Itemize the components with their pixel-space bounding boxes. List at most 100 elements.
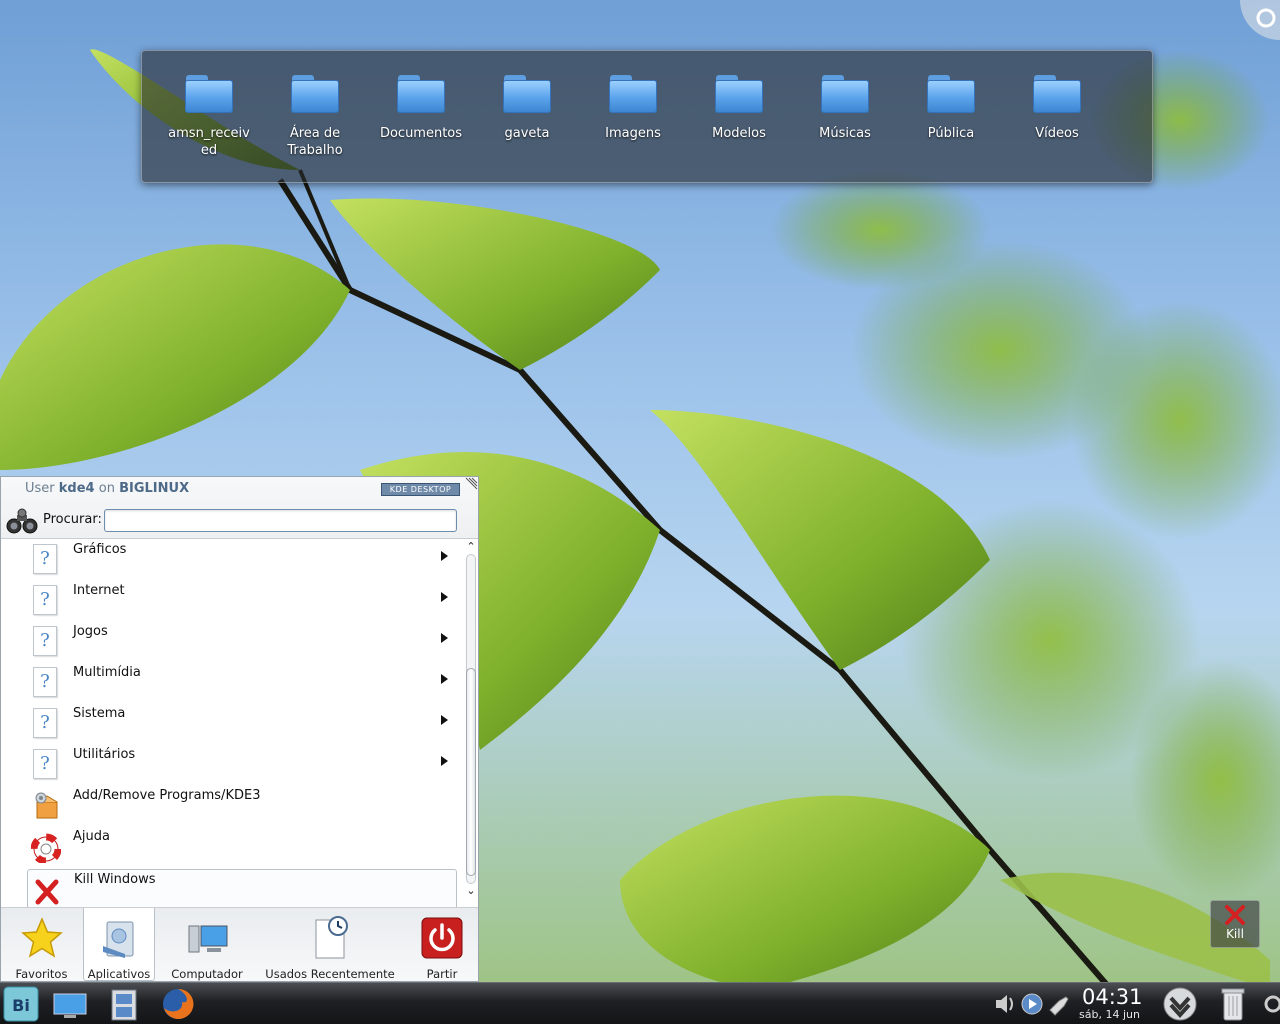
search-label: Procurar: [43, 512, 102, 527]
menu-item-label: Utilitários [73, 747, 136, 762]
binoculars-icon [6, 508, 38, 534]
menu-tab-bar: Favoritos Aplicativos Computador Usados … [1, 907, 478, 981]
folder-label: Vídeos [1035, 126, 1079, 141]
network-button[interactable] [1047, 986, 1071, 1022]
media-player-button[interactable] [1020, 986, 1044, 1022]
scroll-down-icon[interactable]: ⌄ [464, 884, 478, 898]
firefox-button[interactable] [160, 986, 196, 1022]
tab-computador[interactable]: Computador [161, 908, 253, 981]
kde-desktop-badge: KDE DESKTOP [381, 483, 460, 496]
application-launcher-button[interactable]: Bi [3, 986, 39, 1022]
menu-item-jogos[interactable]: ? Jogos [27, 622, 457, 663]
unknown-document-icon: ? [33, 544, 57, 574]
network-plug-icon [1049, 996, 1069, 1016]
file-manager-button[interactable] [106, 986, 142, 1022]
tab-label: Usados Recentemente [265, 967, 395, 981]
clock-time[interactable]: 04:31 [1082, 985, 1143, 1009]
menu-item-label: Internet [73, 583, 125, 598]
user-name: kde4 [58, 481, 95, 496]
taskbar: Bi 04:31 sáb, 14 jun [0, 982, 1280, 1024]
menu-header: User kde4 on BIGLINUX KDE DESKTOP Procur… [1, 477, 478, 539]
host-name: BIGLINUX [119, 481, 190, 496]
panel-toolbox-button[interactable] [1258, 986, 1280, 1022]
trash-button[interactable] [1218, 986, 1248, 1022]
device-notifier-button[interactable] [1162, 986, 1198, 1022]
user-info: User kde4 on BIGLINUX [25, 481, 189, 496]
folder-label: Pública [927, 126, 975, 141]
folder-imagens[interactable]: Imagens [585, 75, 681, 142]
kill-label: Kill [1226, 927, 1244, 941]
folder-gaveta[interactable]: gaveta [479, 75, 575, 142]
star-icon [20, 917, 63, 958]
folder-icon [609, 75, 657, 113]
scroll-thumb[interactable] [466, 668, 476, 876]
plasma-toolbox-icon [1264, 995, 1280, 1013]
unknown-document-icon: ? [33, 626, 57, 656]
unknown-document-icon: ? [33, 667, 57, 697]
folder-icon [185, 75, 233, 113]
trash-icon [1221, 988, 1245, 1021]
folder-label: gaveta [504, 126, 550, 141]
menu-item-add-remove-programs[interactable]: Add/Remove Programs/KDE3 [27, 786, 457, 827]
menu-item-utilitarios[interactable]: ? Utilitários [27, 745, 457, 786]
plasma-toolbox-icon[interactable] [1232, 0, 1280, 40]
tab-favoritos[interactable]: Favoritos [1, 908, 82, 981]
folder-publica[interactable]: Pública [903, 75, 999, 142]
menu-item-graficos[interactable]: ? Gráficos [27, 540, 457, 581]
menu-item-internet[interactable]: ? Internet [27, 581, 457, 622]
lifebuoy-help-icon [31, 833, 61, 863]
unknown-document-icon: ? [33, 708, 57, 738]
unknown-document-icon: ? [33, 585, 57, 615]
menu-item-label: Kill Windows [74, 872, 156, 887]
menu-item-label: Ajuda [73, 829, 110, 844]
submenu-arrow-icon [441, 551, 448, 561]
menu-item-multimidia[interactable]: ? Multimídia [27, 663, 457, 704]
submenu-arrow-icon [441, 715, 448, 725]
folder-documentos[interactable]: Documentos [373, 75, 469, 142]
menu-item-sistema[interactable]: ? Sistema [27, 704, 457, 745]
kickoff-menu: User kde4 on BIGLINUX KDE DESKTOP Procur… [0, 476, 479, 982]
folder-modelos[interactable]: Modelos [691, 75, 787, 142]
folder-icon [1033, 75, 1081, 113]
tab-label: Favoritos [15, 967, 68, 981]
folder-view-widget: amsn_received Área de Trabalho Documento… [141, 50, 1153, 183]
folder-icon [291, 75, 339, 113]
tab-label: Partir [426, 967, 458, 981]
volume-button[interactable] [993, 986, 1017, 1022]
menu-item-label: Add/Remove Programs/KDE3 [73, 788, 261, 803]
desktop-icon [53, 993, 87, 1018]
menu-item-kill-windows[interactable]: Kill Windows [27, 869, 457, 907]
folder-musicas[interactable]: Músicas [797, 75, 893, 142]
file-cabinet-icon [111, 989, 137, 1021]
folder-videos[interactable]: Vídeos [1009, 75, 1105, 142]
folder-area-de-trabalho[interactable]: Área de Trabalho [267, 75, 363, 159]
red-x-icon [1225, 905, 1245, 925]
menu-scrollbar[interactable]: ⌃ ⌄ [464, 540, 478, 907]
folder-amsn-received[interactable]: amsn_received [161, 75, 257, 159]
submenu-arrow-icon [441, 633, 448, 643]
folder-label: Músicas [819, 126, 871, 141]
user-prefix: User [25, 481, 55, 496]
resize-grip-icon[interactable] [464, 477, 478, 491]
tab-usados-recentemente[interactable]: Usados Recentemente [263, 908, 397, 981]
submenu-arrow-icon [441, 756, 448, 766]
user-on: on [98, 481, 115, 496]
unknown-document-icon: ? [33, 749, 57, 779]
tab-partir[interactable]: Partir [409, 908, 475, 981]
folder-label: Modelos [712, 126, 766, 141]
biglinux-logo-icon: Bi [3, 986, 39, 1022]
show-desktop-button[interactable] [52, 986, 88, 1022]
menu-item-ajuda[interactable]: Ajuda [27, 827, 457, 868]
tab-aplicativos[interactable]: Aplicativos [83, 908, 155, 981]
clock-date[interactable]: sáb, 14 jun [1079, 1008, 1140, 1021]
kill-widget[interactable]: Kill [1210, 900, 1260, 948]
menu-item-label: Sistema [73, 706, 126, 721]
red-x-icon [35, 879, 59, 905]
tab-label: Aplicativos [87, 967, 151, 981]
folder-icon [503, 75, 551, 113]
folder-label: Documentos [379, 126, 463, 141]
search-input[interactable] [104, 509, 457, 532]
firefox-icon [163, 988, 194, 1019]
submenu-arrow-icon [441, 592, 448, 602]
scroll-up-icon[interactable]: ⌃ [464, 540, 478, 554]
